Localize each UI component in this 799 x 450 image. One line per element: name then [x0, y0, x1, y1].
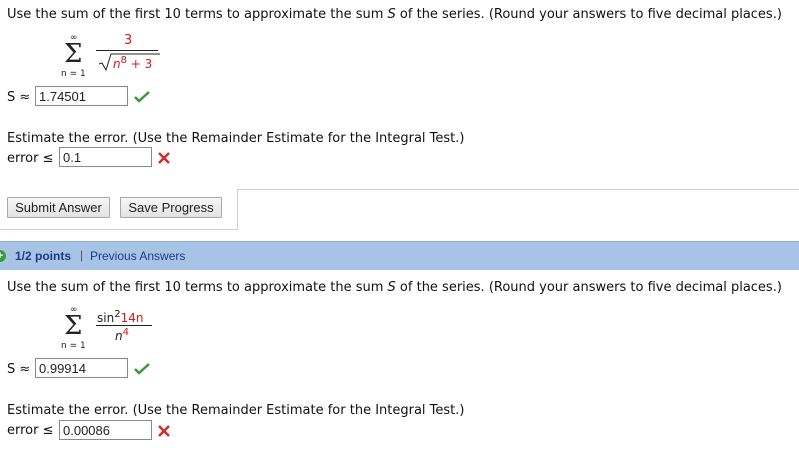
divider-bottom: [0, 229, 238, 230]
error-2-label: error ≤: [7, 423, 54, 438]
divider-left: [237, 189, 238, 229]
cross-icon: [158, 152, 170, 164]
check-icon: [134, 363, 150, 375]
divider-top: [237, 189, 799, 190]
question-1-text: Use the sum of the first 10 terms to app…: [7, 7, 782, 22]
expand-plus-icon[interactable]: +: [0, 250, 6, 262]
error-2-prompt: Estimate the error. (Use the Remainder E…: [7, 403, 465, 418]
series-1-expression: ∞ Σ n = 1 3 n8 + 3: [60, 33, 170, 83]
cross-icon: [158, 425, 170, 437]
bar-separator: |: [80, 248, 84, 262]
fraction-bar: [96, 50, 158, 51]
sigma-symbol: Σ: [64, 311, 83, 341]
question-2-text: Use the sum of the first 10 terms to app…: [7, 280, 782, 295]
error-1-prompt: Estimate the error. (Use the Remainder E…: [7, 131, 465, 146]
series-2-denominator: n4: [115, 327, 129, 343]
save-progress-button[interactable]: Save Progress: [120, 197, 222, 218]
sum-1-input[interactable]: [35, 86, 128, 106]
points-label: 1/2 points: [15, 249, 72, 263]
error-1-label: error ≤: [7, 151, 54, 166]
check-icon: [134, 91, 150, 103]
series-1-numerator: 3: [124, 33, 133, 48]
series-2-numerator: sin214n: [97, 309, 144, 325]
submit-answer-button[interactable]: Submit Answer: [7, 197, 110, 218]
sigma-symbol: Σ: [64, 39, 83, 69]
points-status-bar: + 1/2 points | Previous Answers: [0, 241, 799, 270]
error-1-input[interactable]: [59, 147, 152, 167]
sum-1-label: S ≈: [7, 90, 31, 105]
series-1-denominator: n8 + 3: [113, 55, 153, 71]
previous-answers-link[interactable]: Previous Answers: [90, 249, 185, 263]
sum-lower-limit: n = 1: [61, 69, 86, 79]
series-2-expression: ∞ Σ n = 1 sin214n n4: [60, 305, 170, 355]
sum-lower-limit: n = 1: [61, 341, 86, 351]
sum-2-input[interactable]: [35, 358, 128, 378]
fraction-bar: [96, 325, 152, 326]
sum-2-label: S ≈: [7, 362, 31, 377]
error-2-input[interactable]: [59, 420, 152, 440]
